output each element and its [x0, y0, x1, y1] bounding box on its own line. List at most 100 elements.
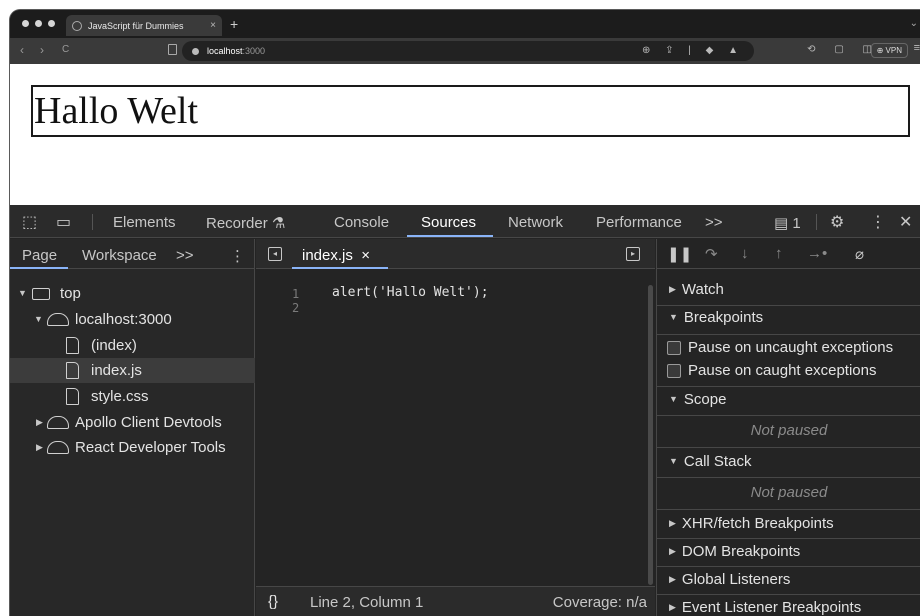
gear-icon[interactable]: ⚙: [830, 212, 844, 232]
toggle-debugger-icon[interactable]: ▸: [626, 247, 640, 261]
inspect-element-icon[interactable]: ⬚: [22, 212, 37, 232]
pause-uncaught-checkbox[interactable]: [667, 341, 681, 355]
code-editor: ◂ index.js × ▸ 1 2 alert('Hallo Welt'); …: [256, 239, 655, 616]
back-button[interactable]: ‹: [20, 43, 24, 57]
pause-icon[interactable]: ❚❚: [667, 245, 692, 263]
frame-icon: [32, 288, 50, 300]
editor-tabbar: ◂ index.js × ▸: [256, 239, 655, 269]
expanded-arrow-icon[interactable]: ▼: [34, 307, 43, 332]
tab-recorder[interactable]: Recorder ⚗: [206, 214, 285, 232]
code-line[interactable]: alert('Hallo Welt');: [332, 285, 489, 300]
navigator-more-button[interactable]: >>: [176, 247, 194, 264]
pause-caught-checkbox[interactable]: [667, 364, 681, 378]
tree-item-localhost[interactable]: ▼ localhost:3000: [10, 307, 255, 332]
divider: [657, 477, 920, 478]
navigator-menu-icon[interactable]: ⋮: [230, 247, 245, 265]
expanded-arrow-icon: ▼: [669, 312, 678, 322]
new-tab-button[interactable]: +: [230, 16, 238, 32]
tree-item-apollo[interactable]: ▶ Apollo Client Devtools: [10, 410, 255, 435]
xhr-breakpoints-section[interactable]: ▶ XHR/fetch Breakpoints: [657, 515, 920, 532]
tree-item-style-css[interactable]: style.css: [10, 384, 255, 409]
expanded-arrow-icon[interactable]: ▼: [18, 281, 27, 306]
tab-recorder-label: Recorder: [206, 215, 268, 232]
deactivate-breakpoints-icon[interactable]: ⌀: [855, 245, 864, 263]
tab-page[interactable]: Page: [22, 247, 57, 264]
sources-navigator: Page Workspace >> ⋮ ▼ top ▼ localhost:30…: [10, 239, 255, 616]
file-icon: [66, 388, 79, 405]
step-icon[interactable]: →•: [807, 245, 827, 262]
expanded-arrow-icon: ▼: [669, 394, 678, 404]
minimize-window-button[interactable]: [35, 20, 42, 27]
section-title: Call Stack: [683, 453, 752, 470]
extension-icons[interactable]: ⟲ ▢ ◫: [807, 44, 880, 55]
divider: [657, 509, 920, 510]
divider: [657, 538, 920, 539]
close-devtools-icon[interactable]: ✕: [899, 212, 912, 232]
divider: [657, 386, 920, 387]
url-port: :3000: [242, 46, 266, 56]
tab-title: JavaScript für Dummies: [88, 20, 184, 31]
devtools-tabbar: ⬚ ▭ Elements Recorder ⚗ Console Sources …: [10, 205, 920, 238]
collapsed-arrow-icon: ▶: [669, 518, 676, 528]
page-heading: Hallo Welt: [31, 85, 910, 137]
flask-icon: ⚗: [271, 215, 286, 232]
step-out-icon[interactable]: ↑: [775, 245, 783, 262]
tab-close-icon[interactable]: ×: [210, 20, 216, 31]
tree-item-index[interactable]: (index): [10, 333, 255, 358]
kebab-menu-icon[interactable]: ⋮: [870, 212, 886, 232]
tree-item-react[interactable]: ▶ React Developer Tools: [10, 435, 255, 460]
file-tab-label: index.js: [302, 247, 353, 264]
step-into-icon[interactable]: ↓: [741, 245, 749, 262]
close-file-icon[interactable]: ×: [361, 247, 370, 264]
zoom-window-button[interactable]: [48, 20, 55, 27]
divider: [657, 334, 920, 335]
divider: [657, 305, 920, 306]
address-bar-icons[interactable]: ⊕ ⇪ | ◆ ▲: [642, 45, 744, 56]
menu-icon[interactable]: ≡: [914, 42, 920, 54]
section-title: Event Listener Breakpoints: [681, 599, 862, 616]
step-over-icon[interactable]: ↷: [705, 245, 718, 263]
tree-item-top[interactable]: ▼ top: [10, 281, 255, 306]
collapsed-arrow-icon: ▶: [669, 602, 676, 612]
scope-section[interactable]: ▼ Scope: [657, 391, 920, 408]
event-listener-breakpoints-section[interactable]: ▶ Event Listener Breakpoints: [657, 599, 920, 616]
section-title: DOM Breakpoints: [681, 543, 801, 560]
watch-section[interactable]: ▶ Watch: [657, 281, 920, 298]
file-icon: [66, 362, 79, 379]
section-title: Watch: [681, 281, 724, 298]
tab-elements[interactable]: Elements: [113, 214, 176, 231]
tab-sources[interactable]: Sources: [421, 214, 476, 231]
tab-network[interactable]: Network: [508, 214, 563, 231]
editor-scrollbar[interactable]: [648, 285, 653, 585]
browser-tab[interactable]: JavaScript für Dummies ×: [66, 15, 222, 36]
forward-button[interactable]: ›: [40, 43, 44, 57]
tab-console[interactable]: Console: [334, 214, 389, 231]
dom-breakpoints-section[interactable]: ▶ DOM Breakpoints: [657, 543, 920, 560]
vpn-button[interactable]: ⊕ VPN: [870, 43, 908, 58]
more-tabs-button[interactable]: >>: [705, 214, 723, 231]
close-window-button[interactable]: [22, 20, 29, 27]
tab-performance[interactable]: Performance: [596, 214, 682, 231]
issues-button[interactable]: ▤ 1: [774, 214, 801, 232]
site-info-icon[interactable]: [192, 47, 199, 55]
divider: [657, 594, 920, 595]
call-stack-section[interactable]: ▼ Call Stack: [657, 453, 920, 470]
tree-item-label: Apollo Client Devtools: [75, 414, 222, 431]
reload-button[interactable]: C: [62, 44, 69, 55]
bookmark-icon[interactable]: [168, 44, 177, 55]
global-listeners-section[interactable]: ▶ Global Listeners: [657, 571, 920, 588]
collapsed-arrow-icon[interactable]: ▶: [36, 435, 43, 460]
pretty-print-icon[interactable]: {}: [268, 593, 278, 610]
address-bar[interactable]: localhost:3000 ⊕ ⇪ | ◆ ▲: [182, 41, 754, 61]
tab-workspace[interactable]: Workspace: [82, 247, 157, 264]
section-title: Global Listeners: [681, 571, 791, 588]
tab-list-chevron-icon[interactable]: ⌄: [910, 18, 918, 29]
device-toolbar-icon[interactable]: ▭: [56, 212, 71, 232]
breakpoints-section[interactable]: ▼ Breakpoints: [657, 309, 920, 326]
cursor-position: Line 2, Column 1: [310, 594, 424, 611]
active-navigator-tab-indicator: [10, 267, 68, 269]
toggle-navigator-icon[interactable]: ◂: [268, 247, 282, 261]
tree-item-index-js[interactable]: index.js: [10, 358, 255, 383]
editor-file-tab[interactable]: index.js ×: [302, 247, 370, 264]
collapsed-arrow-icon[interactable]: ▶: [36, 410, 43, 435]
